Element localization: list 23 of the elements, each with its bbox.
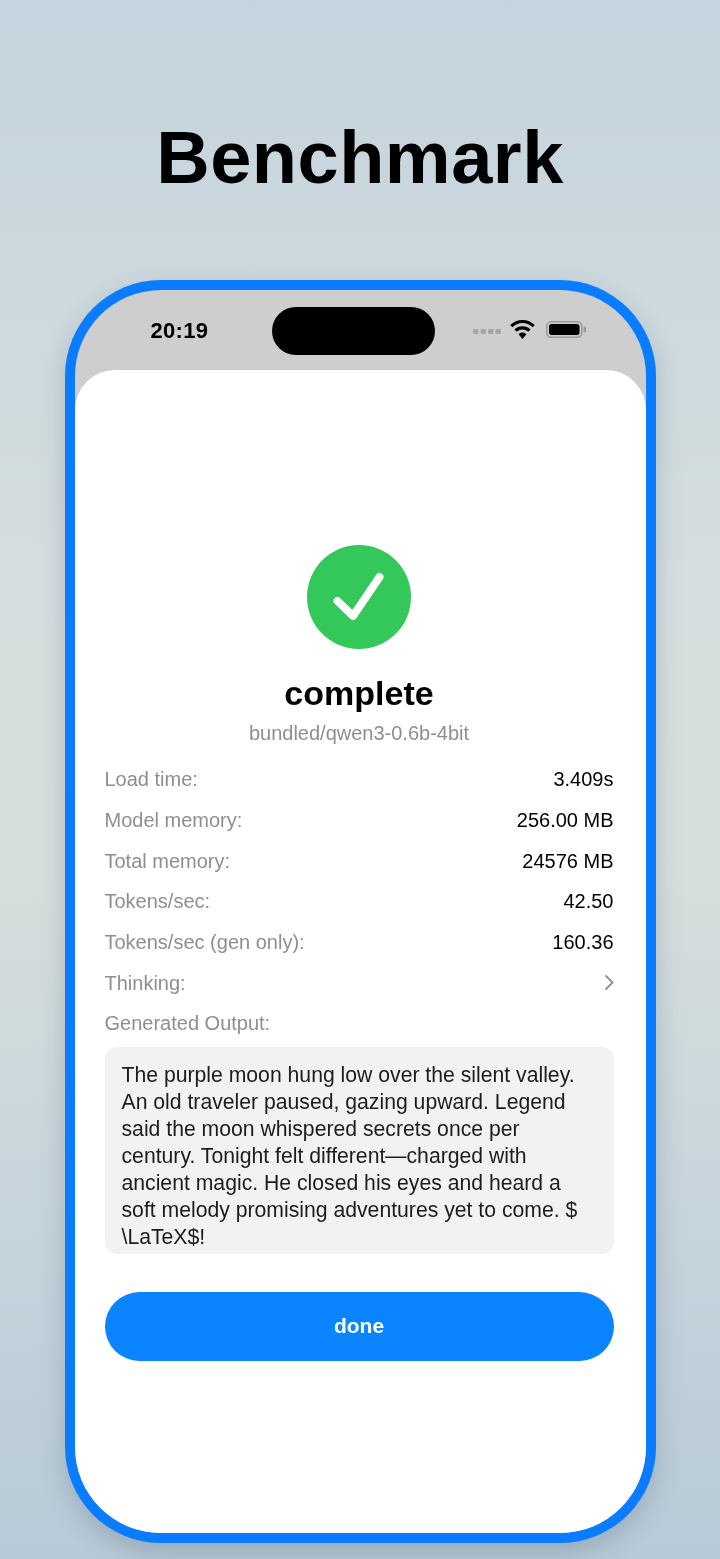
stat-label: Tokens/sec: bbox=[104, 889, 211, 915]
stat-label: Load time: bbox=[104, 767, 198, 793]
page-title: Benchmark bbox=[156, 121, 564, 195]
stat-label: Model memory: bbox=[104, 808, 243, 833]
thinking-row[interactable]: Thinking: bbox=[104, 962, 614, 1003]
stat-label: Tokens/sec (gen only): bbox=[104, 929, 305, 955]
output-label: Generated Output: bbox=[104, 1011, 271, 1037]
stat-value: 24576 MB bbox=[522, 848, 614, 874]
stat-value: 160.36 bbox=[552, 929, 614, 955]
status-time: 20:19 bbox=[150, 318, 209, 344]
chevron-right-icon bbox=[604, 975, 614, 991]
checkmark-circle-icon bbox=[307, 545, 411, 649]
stat-label: Total memory: bbox=[104, 848, 231, 874]
battery-icon bbox=[546, 321, 587, 338]
stat-value: 3.409s bbox=[553, 767, 614, 793]
generated-output-text: The purple moon hung low over the silent valley. An old traveler paused, gazing upward. Legend said the moon whispered secrets once per century. Tonight felt different—charged with ancient magic. He closed his eyes and heard a soft melody promising adventures yet to come. $ \LaTeX$! bbox=[121, 1061, 579, 1250]
model-name: bundled/qwen3-0.6b-4bit bbox=[248, 721, 470, 746]
signal-icon bbox=[473, 329, 502, 334]
stat-value: 42.50 bbox=[563, 889, 614, 915]
done-button[interactable]: done bbox=[104, 1291, 614, 1361]
status-title: complete bbox=[284, 673, 434, 713]
wifi-icon bbox=[510, 320, 536, 339]
stat-value: 256.00 MB bbox=[516, 808, 614, 833]
